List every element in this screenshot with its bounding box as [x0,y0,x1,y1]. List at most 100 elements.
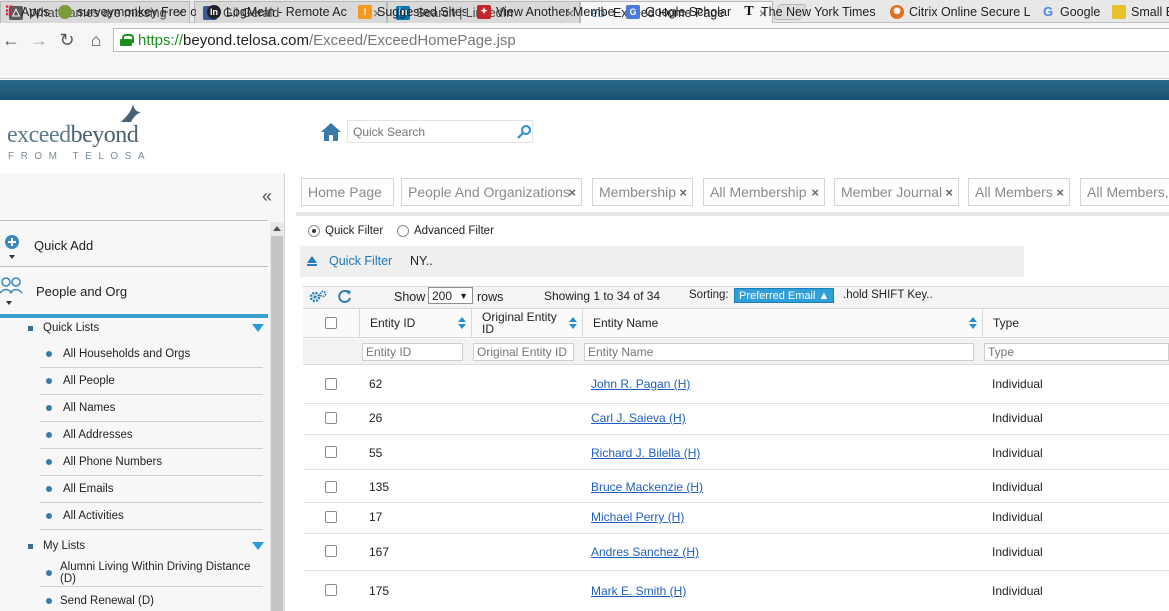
radio-unselected-icon [397,225,409,237]
bookmark-google[interactable]: G Google [1041,3,1103,20]
tab-all-members[interactable]: All Members × [968,178,1070,206]
column-header-original-entity-id[interactable]: Original Entity ID [471,308,582,338]
quick-filter-radio[interactable]: Quick Filter [308,225,383,237]
select-all-column [303,308,359,338]
row-checkbox[interactable] [325,545,337,557]
close-tab-icon[interactable]: × [945,185,953,200]
entity-name-link[interactable]: Michael Perry (H) [591,510,684,524]
quick-filter-value: NY.. [410,254,433,268]
entity-id-cell: 167 [369,545,390,559]
bookmark-surveymonkey[interactable]: surveymonkey Free o [58,3,196,20]
entity-name-filter-input[interactable] [584,343,974,361]
collapse-sidebar-icon[interactable]: « [262,186,272,207]
entity-name-link[interactable]: Bruce Mackenzie (H) [591,480,703,494]
tab-all-members-a[interactable]: All Members, A [1080,178,1169,206]
column-header-entity-name[interactable]: Entity Name [582,308,982,338]
quick-lists-header[interactable]: Quick Lists [24,317,268,339]
bookmark-apps[interactable]: ⠿ Apps [2,3,52,20]
quick-add-button[interactable]: Quick Add [0,222,268,268]
back-icon[interactable]: ← [0,29,22,51]
advanced-filter-radio[interactable]: Advanced Filter [397,225,494,237]
bookmark-label: View Another Membe [496,4,615,19]
page-size-select[interactable]: 200 ▼ [428,287,473,304]
sidebar-item-all-addresses[interactable]: All Addresses [40,422,263,449]
table-row[interactable]: 167 Andres Sanchez (H) Individual [303,534,1169,571]
column-header-type[interactable]: Type [982,308,1169,338]
lock-icon [120,34,134,46]
table-row[interactable]: 175 Mark E. Smith (H) Individual [303,571,1169,611]
eject-toggle-icon[interactable] [307,256,317,263]
quick-search-input[interactable] [347,120,533,143]
plus-circle-icon [5,235,19,259]
my-lists-header[interactable]: My Lists [24,535,268,557]
select-all-checkbox[interactable] [325,317,337,329]
tab-all-membership[interactable]: All Membership × [703,178,825,206]
sidebar-item-all-emails[interactable]: All Emails [40,476,263,503]
table-row[interactable]: 26 Carl J. Saieva (H) Individual [303,404,1169,435]
row-checkbox[interactable] [325,481,337,493]
sidebar-item-all-people[interactable]: All People [40,368,263,395]
sidebar-item-alumni-driving-distance[interactable]: Alumni Living Within Driving Distance (D… [40,560,263,587]
address-bar[interactable]: https://beyond.telosa.com/Exceed/ExceedH… [113,28,1169,52]
entity-name-link[interactable]: Richard J. Bilella (H) [591,446,700,460]
sidebar-scrollbar[interactable] [270,222,284,611]
shift-key-hint: .hold SHIFT Key.. [843,289,933,301]
gear-icon[interactable] [309,289,327,305]
tab-label: Membership [599,184,677,200]
table-row[interactable]: 17 Michael Perry (H) Individual [303,503,1169,534]
sidebar-item-all-activities[interactable]: All Activities [40,503,263,530]
tab-member-journal[interactable]: Member Journal × [834,178,959,206]
entity-name-link[interactable]: John R. Pagan (H) [591,377,690,391]
bookmark-view-another-member[interactable]: ✦ View Another Membe [477,3,615,20]
bookmark-citrix[interactable]: ✺ Citrix Online Secure L [890,3,1030,20]
table-row[interactable]: 62 John R. Pagan (H) Individual [303,366,1169,404]
forward-icon[interactable]: → [28,29,50,51]
table-row[interactable]: 55 Richard J. Bilella (H) Individual [303,435,1169,470]
close-tab-icon[interactable]: × [568,185,576,200]
entity-name-link[interactable]: Mark E. Smith (H) [591,584,686,598]
original-entity-id-filter-input[interactable] [473,343,574,361]
quick-filter-toggle-link[interactable]: Quick Filter [329,254,392,268]
sidebar-item-all-phone-numbers[interactable]: All Phone Numbers [40,449,263,476]
quick-add-label: Quick Add [34,237,94,253]
column-header-entity-id[interactable]: Entity ID [359,308,471,338]
sort-badge-preferred-email[interactable]: Preferred Email ▲ [734,288,835,303]
entity-id-cell: 175 [369,584,390,598]
sidebar-item-all-names[interactable]: All Names [40,395,263,422]
bookmark-nytimes[interactable]: T The New York Times - [742,3,878,20]
tab-people-and-organizations[interactable]: People And Organizations × [401,178,582,206]
tab-membership[interactable]: Membership × [592,178,693,206]
people-and-org-button[interactable]: People and Org [0,268,268,314]
app-logo[interactable]: exceedbeyond [7,122,139,149]
scroll-up-icon[interactable] [273,226,281,231]
bookmark-logmein[interactable]: ln LogMeIn - Remote Ac [207,3,347,20]
bookmark-suggested-sites[interactable]: ! Suggested Sites [358,3,466,20]
row-checkbox[interactable] [325,584,337,596]
row-checkbox[interactable] [325,412,337,424]
close-tab-icon[interactable]: × [1056,185,1064,200]
home-icon[interactable]: ⌂ [85,29,107,51]
tab-home-page[interactable]: Home Page [301,178,394,206]
entity-name-link[interactable]: Carl J. Saieva (H) [591,411,686,425]
reload-icon[interactable]: ↻ [56,29,78,51]
row-checkbox[interactable] [325,378,337,390]
scrollbar-thumb[interactable] [271,236,283,611]
refresh-icon[interactable] [337,289,352,304]
tab-label: All Members [975,184,1053,200]
entity-id-filter-input[interactable] [362,343,463,361]
entity-id-cell: 17 [369,510,383,524]
bookmark-label: Suggested Sites [377,4,466,19]
bookmark-small-business[interactable]: Small B [1112,3,1169,20]
sidebar-item-send-renewal[interactable]: Send Renewal (D) [40,587,263,611]
bookmark-google-scholar[interactable]: G Google Scholar [626,3,731,20]
close-tab-icon[interactable]: × [811,185,819,200]
search-icon[interactable] [516,124,532,140]
table-row[interactable]: 135 Bruce Mackenzie (H) Individual [303,470,1169,503]
type-filter-input[interactable] [984,343,1169,361]
home-icon[interactable] [320,121,342,143]
row-checkbox[interactable] [325,446,337,458]
row-checkbox[interactable] [325,511,337,523]
entity-name-link[interactable]: Andres Sanchez (H) [591,545,699,559]
sidebar-item-all-households[interactable]: All Households and Orgs [40,341,263,368]
close-tab-icon[interactable]: × [679,185,687,200]
